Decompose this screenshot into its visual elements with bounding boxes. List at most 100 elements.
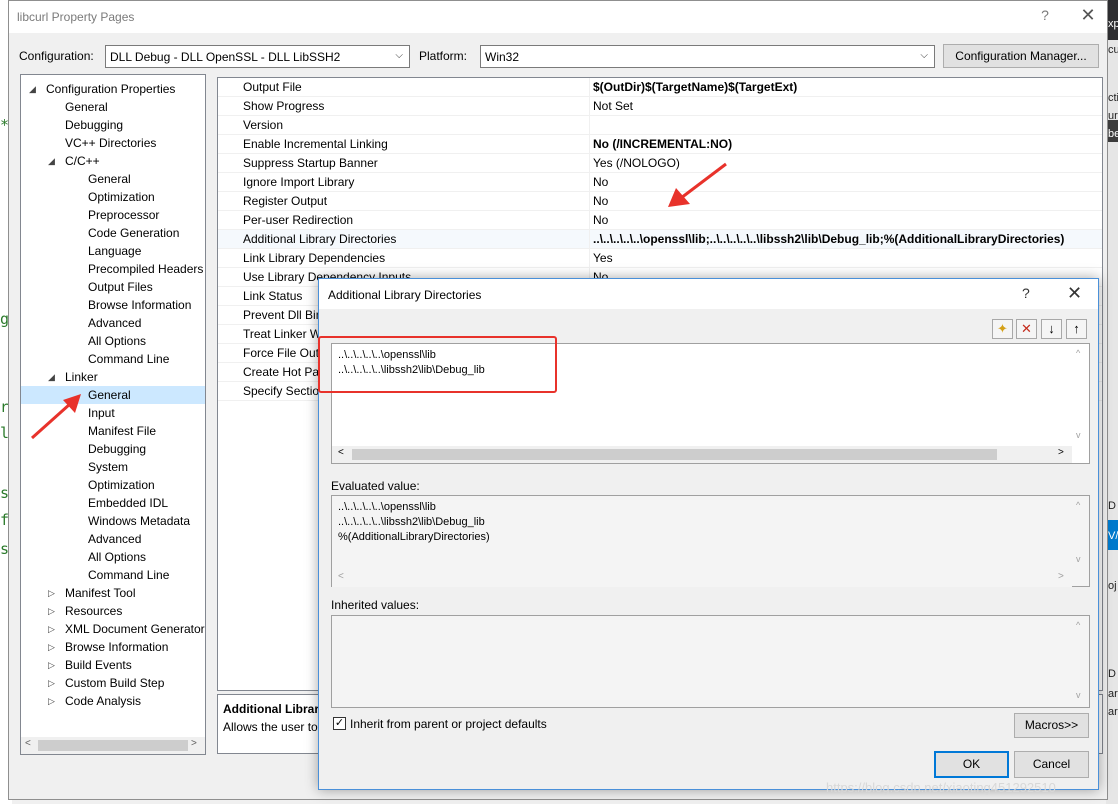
property-row[interactable]: Ignore Import Library No — [218, 173, 1102, 192]
property-value[interactable]: No — [593, 175, 608, 189]
edit-horizontal-scrollbar[interactable]: < > — [332, 446, 1072, 463]
tree-item[interactable]: ▷ Manifest Tool — [21, 584, 205, 602]
tree-item[interactable]: Debugging — [21, 116, 205, 134]
move-up-icon[interactable]: ↑ — [1066, 319, 1087, 339]
scroll-left-icon[interactable]: < — [25, 738, 31, 749]
property-row[interactable]: Version — [218, 116, 1102, 135]
property-value[interactable]: Yes — [593, 251, 613, 265]
scroll-right-icon[interactable]: > — [191, 738, 197, 749]
new-line-icon[interactable]: ✦ — [992, 319, 1013, 339]
tree-item[interactable]: Embedded IDL — [21, 494, 205, 512]
tree-item[interactable]: Manifest File — [21, 422, 205, 440]
scroll-down-icon[interactable]: v — [1076, 430, 1081, 440]
tree-item[interactable]: ▷ Build Events — [21, 656, 205, 674]
tree-item[interactable]: ◢ C/C++ — [21, 152, 205, 170]
cancel-button[interactable]: Cancel — [1014, 751, 1089, 778]
delete-line-icon[interactable]: ✕ — [1016, 319, 1037, 339]
tree-horizontal-scrollbar[interactable]: < > — [21, 737, 205, 754]
tree-item[interactable]: Code Generation — [21, 224, 205, 242]
scroll-right-icon[interactable]: > — [1058, 571, 1064, 582]
ok-button[interactable]: OK — [934, 751, 1009, 778]
property-row[interactable]: Output File $(OutDir)$(TargetName)$(Targe… — [218, 78, 1102, 97]
property-row[interactable]: Show Progress Not Set — [218, 97, 1102, 116]
tree-item[interactable]: Advanced — [21, 314, 205, 332]
tree-item[interactable]: ◢ Linker — [21, 368, 205, 386]
tree-item[interactable]: Optimization — [21, 188, 205, 206]
tree-item[interactable]: Command Line — [21, 350, 205, 368]
property-value[interactable]: Yes (/NOLOGO) — [593, 156, 680, 170]
tree-item[interactable]: General — [21, 98, 205, 116]
property-value[interactable]: Not Set — [593, 99, 633, 113]
property-value[interactable]: No — [593, 213, 608, 227]
tree-item[interactable]: ▷ Code Analysis — [21, 692, 205, 710]
tree-item[interactable]: All Options — [21, 332, 205, 350]
collapsed-icon[interactable]: ▷ — [48, 656, 55, 674]
move-down-icon[interactable]: ↓ — [1041, 319, 1062, 339]
collapsed-icon[interactable]: ▷ — [48, 692, 55, 710]
collapsed-icon[interactable]: ▷ — [48, 638, 55, 656]
evaluated-vertical-scrollbar[interactable]: ^ v — [1072, 496, 1089, 570]
tree-item[interactable]: ▷ Browse Information — [21, 638, 205, 656]
tree-item[interactable]: Language — [21, 242, 205, 260]
property-value[interactable]: $(OutDir)$(TargetName)$(TargetExt) — [593, 80, 797, 94]
dialog-close-button[interactable]: ✕ — [1067, 283, 1082, 304]
scroll-left-icon[interactable]: < — [338, 571, 344, 582]
window-close-button[interactable]: ✕ — [1075, 5, 1101, 27]
inherited-vertical-scrollbar[interactable]: ^ v — [1072, 616, 1089, 707]
scroll-left-icon[interactable]: < — [338, 447, 344, 458]
scroll-thumb[interactable] — [352, 449, 997, 460]
tree-item[interactable]: Precompiled Headers — [21, 260, 205, 278]
collapsed-icon[interactable]: ▷ — [48, 674, 55, 692]
configuration-select[interactable]: DLL Debug - DLL OpenSSL - DLL LibSSH2 ⌵ — [105, 45, 410, 68]
evaluated-horizontal-scrollbar[interactable]: < > — [332, 570, 1072, 587]
property-row[interactable]: Per-user Redirection No — [218, 211, 1102, 230]
configuration-manager-button[interactable]: Configuration Manager... — [943, 44, 1099, 68]
tree-item[interactable]: ▷ Resources — [21, 602, 205, 620]
tree-item[interactable]: All Options — [21, 548, 205, 566]
scroll-right-icon[interactable]: > — [1058, 447, 1064, 458]
dialog-help-button[interactable]: ? — [1022, 285, 1030, 301]
tree-item[interactable]: Browse Information — [21, 296, 205, 314]
tree-item[interactable]: Optimization — [21, 476, 205, 494]
edit-vertical-scrollbar[interactable]: ^ v — [1072, 344, 1089, 446]
scroll-down-icon[interactable]: v — [1076, 690, 1081, 700]
tree-item[interactable]: ▷ XML Document Generator — [21, 620, 205, 638]
tree-item[interactable]: Preprocessor — [21, 206, 205, 224]
collapsed-icon[interactable]: ▷ — [48, 602, 55, 620]
tree-item[interactable]: Output Files — [21, 278, 205, 296]
platform-select[interactable]: Win32 ⌵ — [480, 45, 935, 68]
macros-button[interactable]: Macros>> — [1014, 713, 1089, 738]
property-row[interactable]: Link Library Dependencies Yes — [218, 249, 1102, 268]
property-value[interactable]: ..\..\..\..\..\openssl\lib;..\..\..\..\.… — [593, 232, 1064, 246]
tree-item[interactable]: Input — [21, 404, 205, 422]
tree-item[interactable]: Windows Metadata — [21, 512, 205, 530]
property-row[interactable]: Suppress Startup Banner Yes (/NOLOGO) — [218, 154, 1102, 173]
property-value[interactable]: No (/INCREMENTAL:NO) — [593, 137, 732, 151]
scroll-up-icon[interactable]: ^ — [1076, 348, 1080, 358]
tree-item[interactable]: Command Line — [21, 566, 205, 584]
expanded-icon[interactable]: ◢ — [48, 368, 55, 386]
property-row[interactable]: Additional Library Directories ..\..\..\.… — [218, 230, 1102, 249]
collapsed-icon[interactable]: ▷ — [48, 620, 55, 638]
property-value[interactable]: No — [593, 194, 608, 208]
collapsed-icon[interactable]: ▷ — [48, 584, 55, 602]
tree-item[interactable]: General — [21, 386, 205, 404]
scroll-up-icon[interactable]: ^ — [1076, 620, 1080, 630]
tree-item[interactable]: Advanced — [21, 530, 205, 548]
expanded-icon[interactable]: ◢ — [29, 80, 36, 98]
scroll-up-icon[interactable]: ^ — [1076, 500, 1080, 510]
scroll-down-icon[interactable]: v — [1076, 554, 1081, 564]
inherit-checkbox-label[interactable]: Inherit from parent or project defaults — [350, 717, 547, 731]
expanded-icon[interactable]: ◢ — [48, 152, 55, 170]
tree-item[interactable]: General — [21, 170, 205, 188]
tree-item[interactable]: System — [21, 458, 205, 476]
scroll-thumb[interactable] — [38, 740, 188, 751]
property-row[interactable]: Enable Incremental Linking No (/INCREMENT… — [218, 135, 1102, 154]
inherit-checkbox[interactable]: ✓ — [333, 717, 346, 730]
tree-item[interactable]: Debugging — [21, 440, 205, 458]
tree-item[interactable]: ▷ Custom Build Step — [21, 674, 205, 692]
tree-item[interactable]: VC++ Directories — [21, 134, 205, 152]
help-button[interactable]: ? — [1034, 7, 1056, 27]
tree-item[interactable]: ◢ Configuration Properties — [21, 80, 205, 98]
property-row[interactable]: Register Output No — [218, 192, 1102, 211]
